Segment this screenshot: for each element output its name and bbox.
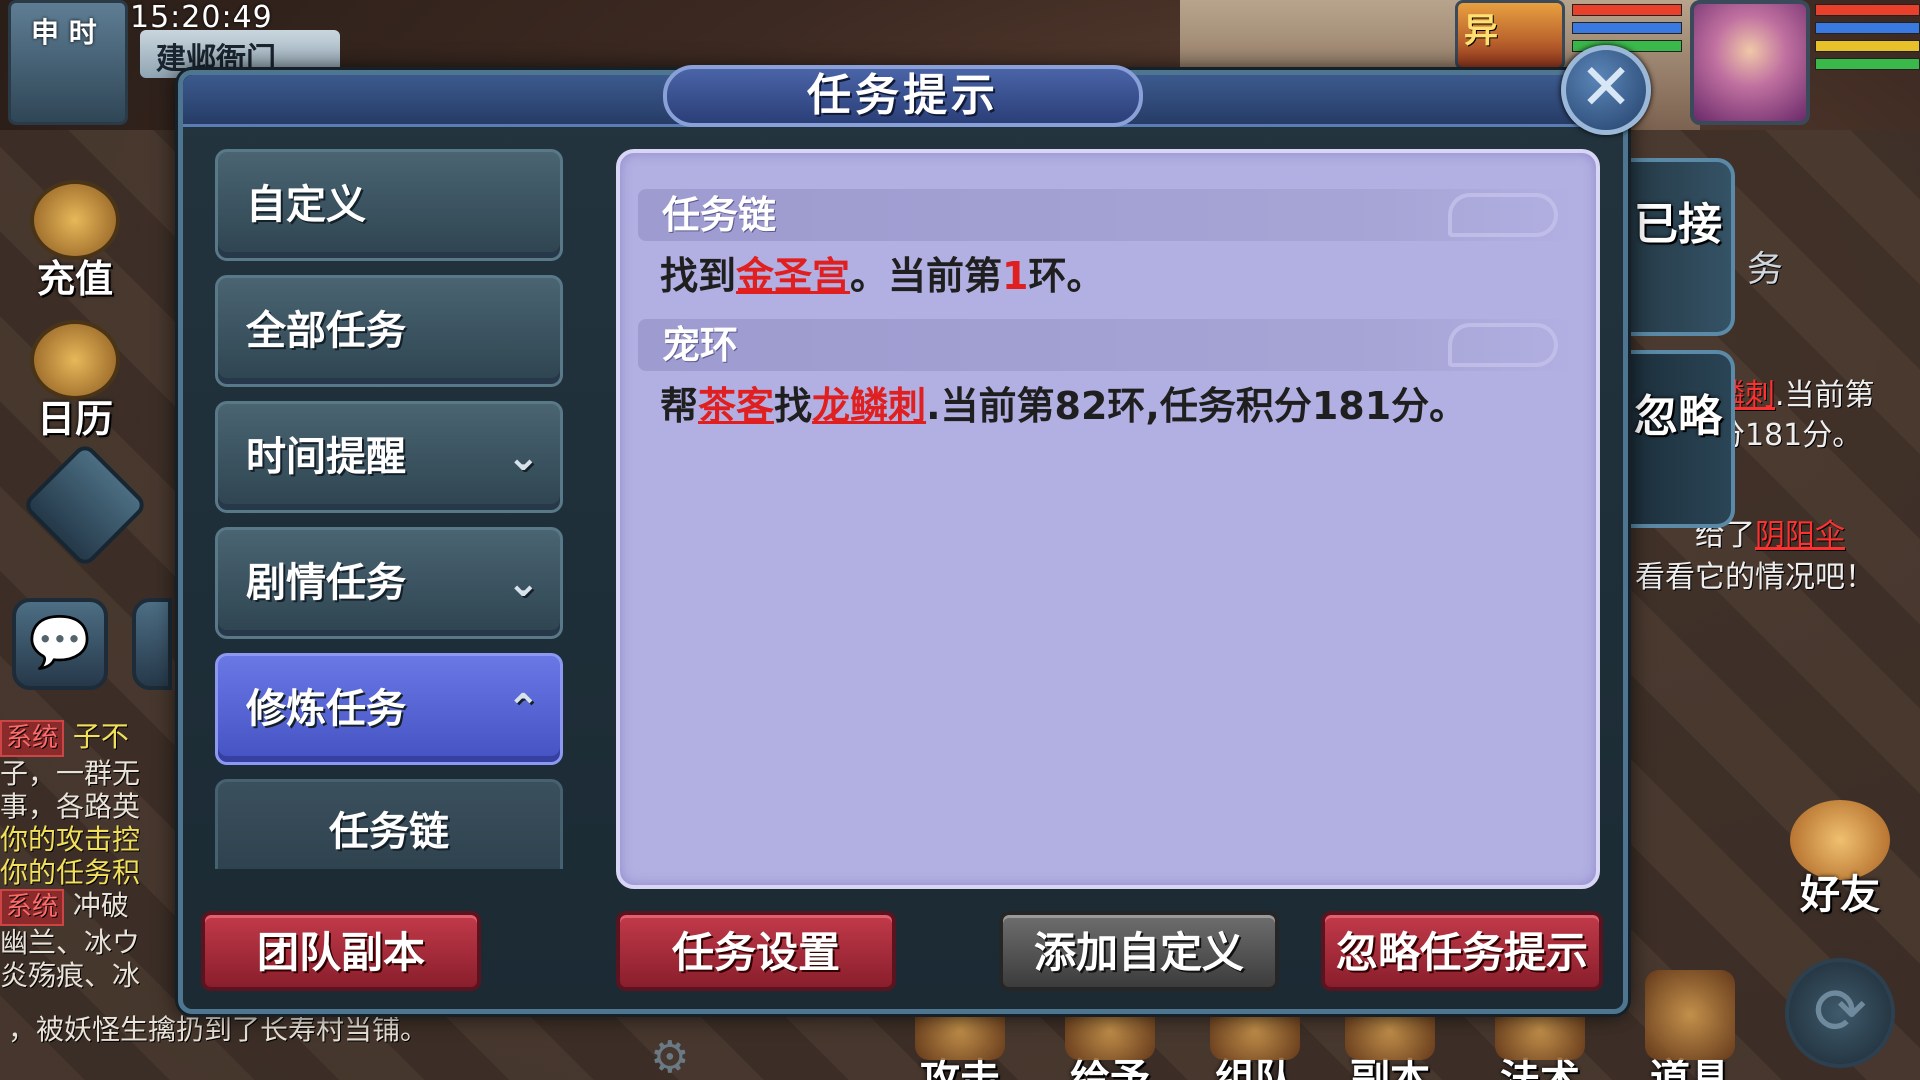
- tab-ignore[interactable]: 忽略: [1625, 350, 1735, 528]
- task-text: 环。: [1028, 254, 1105, 298]
- chat-line: .当前第: [1775, 378, 1875, 413]
- category-label: 时间提醒: [246, 434, 406, 480]
- task-description: 找到金圣宫。当前第1环。: [660, 245, 1105, 300]
- category-training-tasks[interactable]: 修炼任务 ⌃: [215, 653, 563, 765]
- category-label: 自定义: [246, 182, 366, 228]
- friend-button[interactable]: 好友: [1780, 800, 1900, 920]
- task-text: 找到: [660, 254, 737, 298]
- task-text: 找: [774, 384, 813, 428]
- pet-mp-bar: [1572, 22, 1682, 34]
- hero-hp-bar: [1815, 4, 1920, 16]
- chat-line: 幽兰、冰ウ: [0, 926, 141, 959]
- task-hint-dialog: 任务提示 ✕ 自定义 全部任务 时间提醒 ⌄ 剧情任务 ⌄ 修炼任务 ⌃ 任务链: [178, 45, 1651, 1014]
- close-icon[interactable]: ✕: [1561, 45, 1651, 135]
- swirl-ornament-icon: [1448, 323, 1558, 367]
- task-section-title: 任务链: [662, 193, 777, 237]
- hero-sp-bar: [1815, 40, 1920, 52]
- treasure-chest-icon: [1645, 970, 1735, 1060]
- task-section-title: 宠环: [662, 323, 739, 367]
- add-custom-button[interactable]: 添加自定义: [999, 911, 1279, 991]
- pet-badge: 异: [1464, 11, 1498, 51]
- hero-status-bars: [1815, 4, 1920, 76]
- item-link[interactable]: 阴阳伞: [1755, 518, 1845, 553]
- category-all-tasks[interactable]: 全部任务: [215, 275, 563, 387]
- chat-line: 炎殇痕、冰: [0, 959, 141, 992]
- clock-label: 申 时: [31, 16, 97, 49]
- calendar-button[interactable]: 日历: [20, 320, 130, 443]
- chat-line: 看看它的情况吧！: [1635, 560, 1875, 595]
- subcategory-task-chain[interactable]: 任务链: [215, 779, 563, 869]
- item-button[interactable]: 道具: [1630, 970, 1750, 1080]
- hero-exp-bar: [1815, 58, 1920, 70]
- chat-line: 分181分。: [1715, 418, 1863, 453]
- chat-log[interactable]: 系统 子不 子，一群无 事，各路英 你的攻击控 你的任务积 系统 冲破 幽兰、冰…: [0, 720, 190, 1050]
- chat-line: 子，一群无: [0, 757, 141, 790]
- category-story-tasks[interactable]: 剧情任务 ⌄: [215, 527, 563, 639]
- task-text: 。当前第: [850, 254, 1003, 298]
- category-list[interactable]: 自定义 全部任务 时间提醒 ⌄ 剧情任务 ⌄ 修炼任务 ⌃ 任务链: [215, 149, 565, 869]
- gear-icon[interactable]: ⚙: [650, 1032, 689, 1080]
- chevron-up-icon: ⌃: [506, 686, 540, 732]
- recharge-label: 充值: [36, 257, 113, 301]
- task-section-header: 任务链: [638, 189, 1578, 241]
- right-panel-tab-label: 务: [1747, 249, 1784, 290]
- task-content-panel[interactable]: 任务链 找到金圣宫。当前第1环。 宠环 帮茶客找龙鳞刺.当前第82环,任务积分1…: [616, 149, 1600, 889]
- task-settings-button[interactable]: 任务设置: [616, 911, 896, 991]
- chevron-down-icon: ⌄: [506, 434, 540, 480]
- location-link[interactable]: 金圣宫: [736, 254, 850, 298]
- hero-avatar[interactable]: [1690, 0, 1810, 125]
- chat-line: 冲破: [72, 889, 129, 922]
- game-screen: 申 时 15:20:49 建邺衙门 充值 日历 💬 系统 子不 子，一群无 事，…: [0, 0, 1920, 1080]
- task-section-header: 宠环: [638, 319, 1578, 371]
- task-round-number: 1: [1002, 254, 1029, 298]
- chat-line: 子不: [72, 720, 129, 753]
- swirl-ornament-icon: [1448, 193, 1558, 237]
- dialog-title: 任务提示: [663, 65, 1143, 127]
- refresh-icon[interactable]: ⟳: [1785, 958, 1895, 1068]
- chat-button[interactable]: 💬: [12, 598, 108, 690]
- task-text: .当前第82环,任务积分181分。: [926, 384, 1468, 428]
- ignore-task-hint-button[interactable]: 忽略任务提示: [1321, 911, 1603, 991]
- category-label: 全部任务: [246, 308, 406, 354]
- task-description: 帮茶客找龙鳞刺.当前第82环,任务积分181分。: [660, 375, 1467, 430]
- pet-hp-bar: [1572, 4, 1682, 16]
- category-label: 剧情任务: [246, 560, 406, 606]
- recharge-button[interactable]: 充值: [20, 180, 130, 303]
- friend-label: 好友: [1800, 872, 1880, 918]
- category-label: 修炼任务: [246, 686, 406, 732]
- chat-line: ，被妖怪生擒扔到了长寿村当铺。: [8, 1013, 429, 1046]
- tab-accepted[interactable]: 已接: [1625, 158, 1735, 336]
- voice-button[interactable]: [132, 598, 172, 690]
- pet-avatar[interactable]: 异: [1455, 0, 1565, 70]
- calendar-label: 日历: [36, 397, 113, 441]
- chat-line: 事，各路英: [0, 790, 141, 823]
- system-tag: 系统: [0, 889, 65, 926]
- chat-line: 你的攻击控: [0, 823, 141, 856]
- task-text: 帮: [660, 384, 699, 428]
- hero-mp-bar: [1815, 22, 1920, 34]
- npc-link[interactable]: 茶客: [698, 384, 774, 428]
- time-of-day-clock[interactable]: 申 时: [8, 0, 128, 125]
- category-time-reminder[interactable]: 时间提醒 ⌄: [215, 401, 563, 513]
- chat-line: 你的任务积: [0, 856, 141, 889]
- chat-bubble-icon: 💬: [28, 613, 92, 671]
- system-tag: 系统: [0, 720, 65, 757]
- item-link[interactable]: 龙鳞刺: [812, 384, 926, 428]
- category-custom[interactable]: 自定义: [215, 149, 563, 261]
- team-dungeon-button[interactable]: 团队副本: [201, 911, 481, 991]
- chevron-down-icon: ⌄: [506, 560, 540, 606]
